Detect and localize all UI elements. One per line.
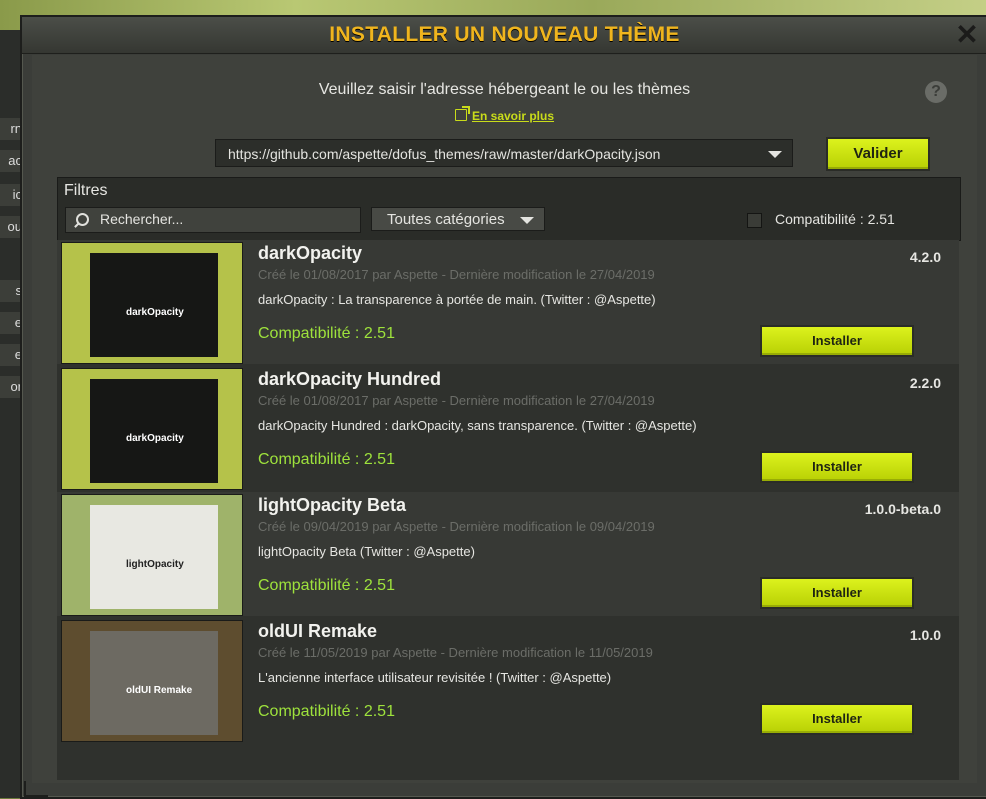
background-text: or xyxy=(0,376,22,398)
validate-button[interactable]: Valider xyxy=(826,137,930,171)
background-text: e xyxy=(0,312,22,334)
window-title: INSTALLER UN NOUVEAU THÈME xyxy=(329,23,680,46)
theme-description: L'ancienne interface utilisateur revisit… xyxy=(258,670,612,685)
theme-installer-window: INSTALLER UN NOUVEAU THÈME ✕ Veuillez sa… xyxy=(20,15,986,799)
background-sidebar: rn ac ic ou s e e or xyxy=(0,30,22,798)
search-input[interactable]: Rechercher... xyxy=(65,207,361,233)
theme-version: 1.0.0-beta.0 xyxy=(864,501,941,517)
background-text: ou xyxy=(0,216,22,238)
preview-caption: lightOpacity xyxy=(126,559,184,570)
theme-row[interactable]: darkOpacity darkOpacity Créé le 01/08/2017… xyxy=(57,240,959,364)
theme-row[interactable]: lightOpacity lightOpacity Beta Créé le 09/… xyxy=(57,492,959,616)
theme-compatibility: Compatibilité : 2.51 xyxy=(258,451,395,468)
theme-meta: Créé le 01/08/2017 par Aspette - Dernièr… xyxy=(258,393,655,408)
theme-name: darkOpacity Hundred xyxy=(258,369,442,389)
theme-url-select[interactable]: https://github.com/aspette/dofus_themes/… xyxy=(215,139,793,167)
theme-preview-image: darkOpacity xyxy=(61,242,243,364)
learn-more-label[interactable]: En savoir plus xyxy=(472,109,554,123)
theme-version: 1.0.0 xyxy=(909,627,941,643)
chevron-down-icon[interactable] xyxy=(768,151,782,158)
preview-panel xyxy=(90,505,218,609)
preview-caption: oldUI Remake xyxy=(126,685,193,696)
theme-meta: Créé le 01/08/2017 par Aspette - Dernièr… xyxy=(258,267,655,282)
preview-panel xyxy=(90,379,218,483)
window-content: Veuillez saisir l'adresse hébergeant le … xyxy=(32,55,977,783)
theme-preview-image: oldUI Remake xyxy=(61,620,243,742)
theme-meta: Créé le 09/04/2019 par Aspette - Dernièr… xyxy=(258,519,655,534)
background-text: s xyxy=(0,280,22,302)
compatibility-filter-label[interactable]: Compatibilité : 2.51 xyxy=(775,211,895,227)
theme-name: darkOpacity xyxy=(258,243,363,263)
theme-name: lightOpacity Beta xyxy=(258,495,407,515)
filters-panel: Filtres Rechercher... Toutes catégories … xyxy=(57,177,961,241)
install-button[interactable]: Installer xyxy=(760,703,914,735)
chevron-down-icon xyxy=(520,217,534,224)
background-text: rn xyxy=(0,118,22,140)
help-icon[interactable]: ? xyxy=(925,81,947,103)
background-text: ac xyxy=(0,150,22,172)
external-link-icon xyxy=(454,106,470,121)
theme-row[interactable]: oldUI Remake oldUI Remake Créé le 11/05/20… xyxy=(57,618,959,742)
category-value: Toutes catégories xyxy=(387,211,505,228)
theme-description: darkOpacity : La transparence à portée d… xyxy=(258,292,656,307)
category-select[interactable]: Toutes catégories xyxy=(371,207,545,231)
theme-description: darkOpacity Hundred : darkOpacity, sans … xyxy=(258,418,697,433)
theme-name: oldUI Remake xyxy=(258,621,378,641)
search-placeholder: Rechercher... xyxy=(100,211,184,227)
theme-compatibility: Compatibilité : 2.51 xyxy=(258,703,395,720)
close-icon[interactable]: ✕ xyxy=(953,21,981,49)
preview-caption: darkOpacity xyxy=(126,433,184,444)
theme-description: lightOpacity Beta (Twitter : @Aspette) xyxy=(258,544,475,559)
install-button[interactable]: Installer xyxy=(760,325,914,357)
theme-compatibility: Compatibilité : 2.51 xyxy=(258,577,395,594)
search-icon xyxy=(76,213,89,226)
theme-row[interactable]: darkOpacity darkOpacity Hundred Créé le 01… xyxy=(57,366,959,490)
theme-preview-image: lightOpacity xyxy=(61,494,243,616)
preview-panel xyxy=(90,253,218,357)
theme-preview-image: darkOpacity xyxy=(61,368,243,490)
preview-caption: darkOpacity xyxy=(126,307,184,318)
install-button[interactable]: Installer xyxy=(760,451,914,483)
theme-url-value: https://github.com/aspette/dofus_themes/… xyxy=(228,146,661,162)
titlebar[interactable]: INSTALLER UN NOUVEAU THÈME ✕ xyxy=(22,17,986,54)
theme-version: 2.2.0 xyxy=(909,375,941,391)
preview-panel xyxy=(90,631,218,735)
theme-list[interactable]: darkOpacity darkOpacity Créé le 01/08/2017… xyxy=(57,240,959,780)
background-text: e xyxy=(0,344,22,366)
source-prompt: Veuillez saisir l'adresse hébergeant le … xyxy=(318,81,691,98)
window-corner xyxy=(24,781,48,797)
compatibility-checkbox[interactable] xyxy=(747,213,762,228)
install-button[interactable]: Installer xyxy=(760,577,914,609)
theme-compatibility: Compatibilité : 2.51 xyxy=(258,325,395,342)
theme-meta: Créé le 11/05/2019 par Aspette - Dernièr… xyxy=(258,645,653,660)
filters-label: Filtres xyxy=(64,182,108,199)
learn-more-link[interactable]: En savoir plus xyxy=(32,106,977,123)
theme-version: 4.2.0 xyxy=(909,249,941,265)
background-text: ic xyxy=(0,184,22,206)
